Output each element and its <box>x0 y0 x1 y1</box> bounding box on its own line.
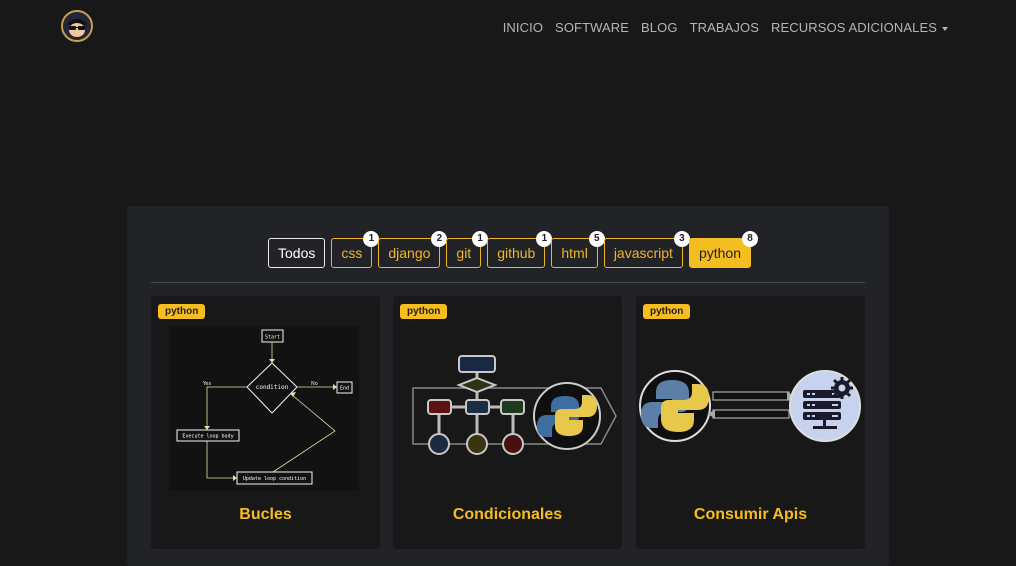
project-card-condicionales[interactable]: python Condicionales <box>393 296 622 549</box>
filter-label: html <box>561 245 588 261</box>
caret-down-icon <box>942 26 948 31</box>
nav-recursos-dropdown[interactable]: RECURSOS ADICIONALES <box>771 20 948 35</box>
count-badge: 5 <box>588 231 605 247</box>
flow-yes-label: Yes <box>202 381 211 387</box>
count-badge: 8 <box>742 231 758 247</box>
api-diagram-image <box>639 370 861 442</box>
filter-django[interactable]: django 2 <box>378 231 448 268</box>
nav-links: INICIO SOFTWARE BLOG TRABAJOS RECURSOS A… <box>503 20 948 35</box>
avatar-logo[interactable] <box>61 10 93 42</box>
loop-flowchart-image: Start condition End Execute loop body Up… <box>169 326 359 491</box>
filter-label: github <box>497 245 536 261</box>
flow-no-label: No <box>311 381 318 387</box>
project-card-consumir-apis[interactable]: python Consumir Apis <box>636 296 865 549</box>
filter-html[interactable]: html 5 <box>551 231 605 268</box>
count-badge: 1 <box>363 231 380 247</box>
count-badge: 2 <box>431 231 448 247</box>
divider <box>151 282 865 283</box>
flow-start-label: Start <box>265 335 280 341</box>
nav-software[interactable]: SOFTWARE <box>555 20 629 35</box>
card-title: Condicionales <box>452 506 563 523</box>
card-title: Consumir Apis <box>693 506 808 523</box>
filter-label: python <box>698 245 741 261</box>
filter-javascript[interactable]: javascript 3 <box>603 231 690 268</box>
nav-inicio[interactable]: INICIO <box>503 20 543 35</box>
filter-css[interactable]: css 1 <box>331 231 380 268</box>
navbar: INICIO SOFTWARE BLOG TRABAJOS RECURSOS A… <box>0 0 1016 56</box>
count-badge: 1 <box>536 231 553 247</box>
filter-label: django <box>388 245 431 261</box>
project-card-bucles[interactable]: python Start condition End Execute loop … <box>151 296 380 549</box>
filter-todos[interactable]: Todos <box>268 238 326 268</box>
flow-update-label: Update loop condition <box>243 476 306 482</box>
filter-git[interactable]: git 1 <box>446 231 489 268</box>
count-badge: 1 <box>472 231 489 247</box>
flow-condition-label: condition <box>256 384 289 391</box>
count-badge: 3 <box>673 231 690 247</box>
filter-label: css <box>341 245 363 261</box>
filter-label: javascript <box>613 245 673 261</box>
card-title: Bucles <box>239 506 292 523</box>
filter-python[interactable]: python 8 <box>688 231 758 268</box>
nav-recursos-label: RECURSOS ADICIONALES <box>771 20 937 35</box>
filter-bar: Todos css 1 django 2 git 1 github 1 html 5 ja… <box>268 231 758 268</box>
filter-label: git <box>456 245 472 261</box>
nav-blog[interactable]: BLOG <box>641 20 678 35</box>
flow-body-label: Execute loop body <box>182 434 233 440</box>
category-tag: python <box>643 304 691 319</box>
portfolio-panel: Todos css 1 django 2 git 1 github 1 html 5 ja… <box>127 206 889 566</box>
filter-github[interactable]: github 1 <box>487 231 553 268</box>
category-tag: python <box>158 304 206 319</box>
category-tag: python <box>400 304 448 319</box>
conditional-diagram-image <box>412 355 617 455</box>
nav-trabajos[interactable]: TRABAJOS <box>690 20 759 35</box>
flow-end-label: End <box>340 386 349 392</box>
